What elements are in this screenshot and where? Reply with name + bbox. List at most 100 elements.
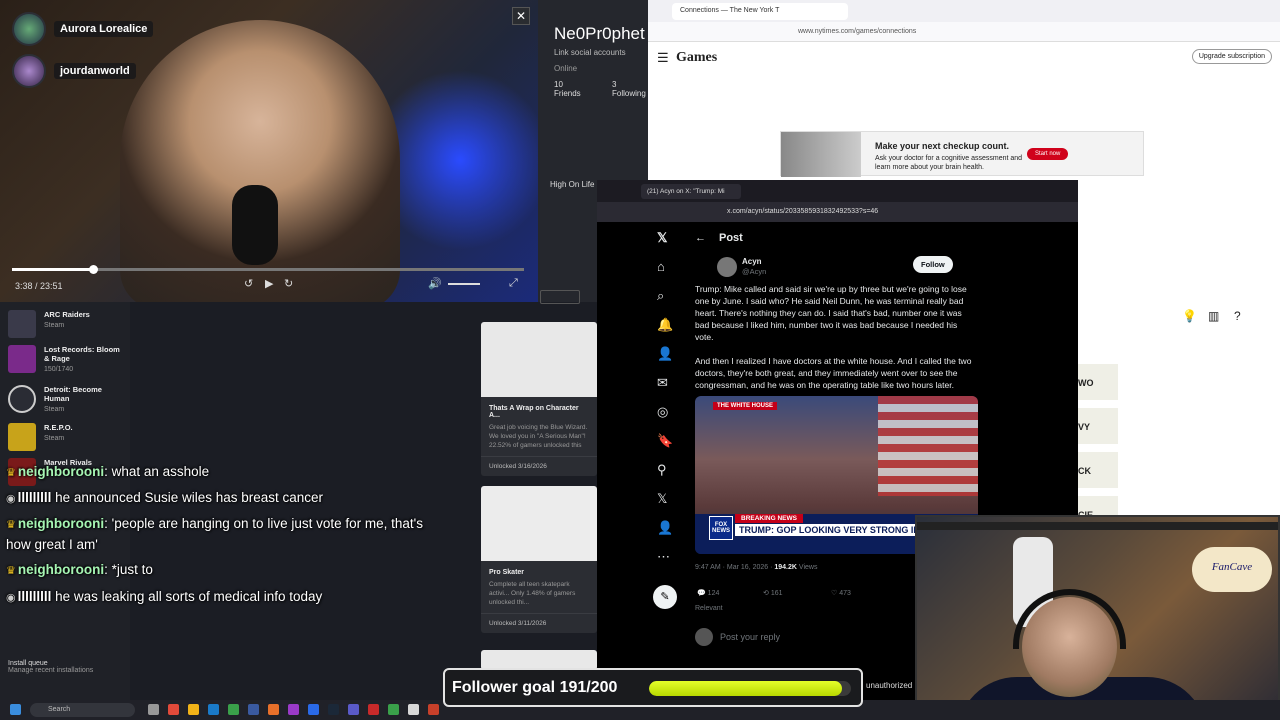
achievement-card[interactable]: Pro Skater Complete all teen skatepark a… — [481, 486, 597, 633]
play-icon[interactable]: ▶ — [265, 277, 273, 290]
jobs-icon[interactable]: ⚲ — [657, 462, 667, 478]
windows-start-icon[interactable] — [10, 704, 21, 715]
reply-box[interactable]: Post your reply — [695, 628, 780, 646]
list-item[interactable]: ARC Raiders Steam — [8, 310, 124, 338]
app-icon[interactable] — [308, 704, 319, 715]
app-icon[interactable] — [408, 704, 419, 715]
achievement-desc: Complete all teen skatepark activi... On… — [489, 581, 576, 606]
author-name[interactable]: Acyn — [742, 257, 762, 266]
task-view-icon[interactable] — [148, 704, 159, 715]
background-light — [380, 60, 538, 260]
page-title: Post — [719, 232, 743, 244]
microphone — [232, 185, 278, 265]
browser-tab[interactable]: (21) Acyn on X: "Trump: Mi — [641, 184, 741, 199]
reply-placeholder[interactable]: Post your reply — [720, 632, 780, 642]
reply-sort[interactable]: Relevant — [695, 605, 723, 612]
follow-button[interactable]: Follow — [913, 256, 953, 273]
firefox-icon[interactable] — [268, 704, 279, 715]
app-icon[interactable] — [288, 704, 299, 715]
banner-text: THE WHITE HOUSE — [713, 402, 778, 410]
achievement-title: Thats A Wrap on Character A... — [489, 405, 579, 419]
ad-body: Ask your doctor for a cognitive assessme… — [875, 155, 1023, 171]
video-player[interactable]: Aurora Lorealice jourdanworld ✕ 3:38 / 2… — [0, 0, 538, 302]
address-bar[interactable]: x.com/acyn/status/2033585931832492533?s=… — [597, 202, 1078, 222]
avatar — [695, 628, 713, 646]
volume-icon[interactable]: 🔊 — [428, 277, 442, 290]
url-text: x.com/acyn/status/2033585931832492533?s=… — [727, 208, 879, 215]
repost-icon: ⟲ — [763, 590, 771, 597]
url-text: www.nytimes.com/games/connections — [798, 28, 917, 35]
fullscreen-icon[interactable]: ⤢ — [509, 277, 518, 290]
search-icon[interactable]: ⌕ — [657, 288, 664, 304]
rewind-icon[interactable]: ↺ — [244, 277, 253, 290]
author-handle[interactable]: @Acyn — [742, 267, 766, 276]
chat-username: lllllllll — [17, 589, 52, 604]
achievement-desc: Great job voicing the Blue Wizard. We lo… — [489, 424, 588, 449]
chat-text: : what an asshole — [104, 464, 210, 479]
follow-icon[interactable]: 👤 — [657, 346, 673, 362]
list-item[interactable]: Detroit: Become Human Steam — [8, 385, 124, 413]
close-icon[interactable]: ✕ — [512, 7, 530, 25]
achievement-card[interactable]: Thats A Wrap on Character A... Great job… — [481, 322, 597, 476]
profile-icon[interactable]: 👤 — [657, 520, 673, 536]
link-social-button[interactable]: Link social accounts — [554, 48, 626, 57]
back-icon[interactable]: ← — [695, 232, 706, 244]
xbox-icon[interactable] — [388, 704, 399, 715]
notifications-icon[interactable]: 🔔 — [657, 317, 673, 333]
repost-button[interactable]: ⟲ 161 — [763, 589, 783, 597]
more-icon[interactable]: ⋯ — [657, 549, 670, 565]
app-icon[interactable] — [168, 704, 179, 715]
premium-icon[interactable]: 𝕏 — [657, 491, 667, 507]
edge-icon[interactable] — [208, 704, 219, 715]
browser-tab[interactable]: Connections — The New York T — [672, 3, 848, 20]
taskbar-search[interactable]: Search — [30, 703, 135, 717]
app-icon[interactable] — [248, 704, 259, 715]
advertisement[interactable]: Make your next checkup count. Ask your d… — [780, 131, 1144, 177]
game-platform: Steam — [44, 435, 65, 442]
stats-icon[interactable]: ▥ — [1208, 309, 1219, 323]
achievement-unlocked: Unlocked 3/16/2026 — [481, 456, 597, 476]
grok-icon[interactable]: ◎ — [657, 404, 668, 420]
list-item[interactable]: Lost Records: Bloom & Rage 150/1740 — [8, 345, 124, 373]
app-icon[interactable] — [368, 704, 379, 715]
x-logo-icon[interactable]: 𝕏 — [657, 230, 667, 246]
app-icon[interactable] — [428, 704, 439, 715]
steam-icon[interactable] — [328, 704, 339, 715]
voice-user-name: jourdanworld — [54, 63, 136, 79]
lightbulb-icon[interactable]: 💡 — [1182, 309, 1197, 323]
reply-button[interactable]: 💬 124 — [697, 589, 719, 597]
menu-icon[interactable]: ☰ — [657, 50, 669, 66]
following-stat[interactable]: 3 Following — [612, 80, 646, 98]
ad-image — [781, 132, 861, 177]
app-icon[interactable] — [228, 704, 239, 715]
follower-goal: Follower goal 191/200 — [443, 668, 863, 707]
install-queue[interactable]: Install queue Manage recent installation… — [8, 660, 93, 674]
friends-label: Friends — [554, 89, 581, 98]
sort-dropdown[interactable] — [540, 290, 580, 304]
profile-status: Online — [554, 64, 578, 73]
home-icon[interactable]: ⌂ — [657, 259, 665, 274]
avatar[interactable] — [717, 257, 737, 277]
folder-icon[interactable] — [188, 704, 199, 715]
voice-user: Aurora Lorealice — [12, 12, 154, 46]
bookmarks-icon[interactable]: 🔖 — [657, 433, 673, 449]
messages-icon[interactable]: ✉ — [657, 375, 668, 391]
flag — [878, 396, 978, 496]
voice-user: jourdanworld — [12, 54, 136, 88]
post-compose-icon[interactable]: ✎ — [653, 585, 677, 609]
achievement-card[interactable] — [481, 650, 597, 670]
forward-icon[interactable]: ↻ — [284, 277, 293, 290]
like-button[interactable]: ♡ 473 — [831, 589, 851, 597]
video-scrubber[interactable] — [89, 265, 99, 274]
list-item[interactable]: R.E.P.O. Steam — [8, 423, 124, 451]
ad-start-button[interactable]: Start now — [1027, 148, 1069, 160]
video-progress-bar[interactable] — [12, 265, 524, 274]
upgrade-button[interactable]: Upgrade subscription — [1191, 49, 1272, 64]
address-bar[interactable]: www.nytimes.com/games/connections — [648, 22, 1280, 42]
nyt-games-logo[interactable]: Games — [676, 50, 717, 66]
volume-slider[interactable] — [448, 283, 480, 285]
app-icon[interactable] — [348, 704, 359, 715]
friends-stat[interactable]: 10 Friends — [554, 80, 581, 98]
help-icon[interactable]: ? — [1234, 309, 1241, 323]
reply-count: 124 — [707, 590, 720, 597]
